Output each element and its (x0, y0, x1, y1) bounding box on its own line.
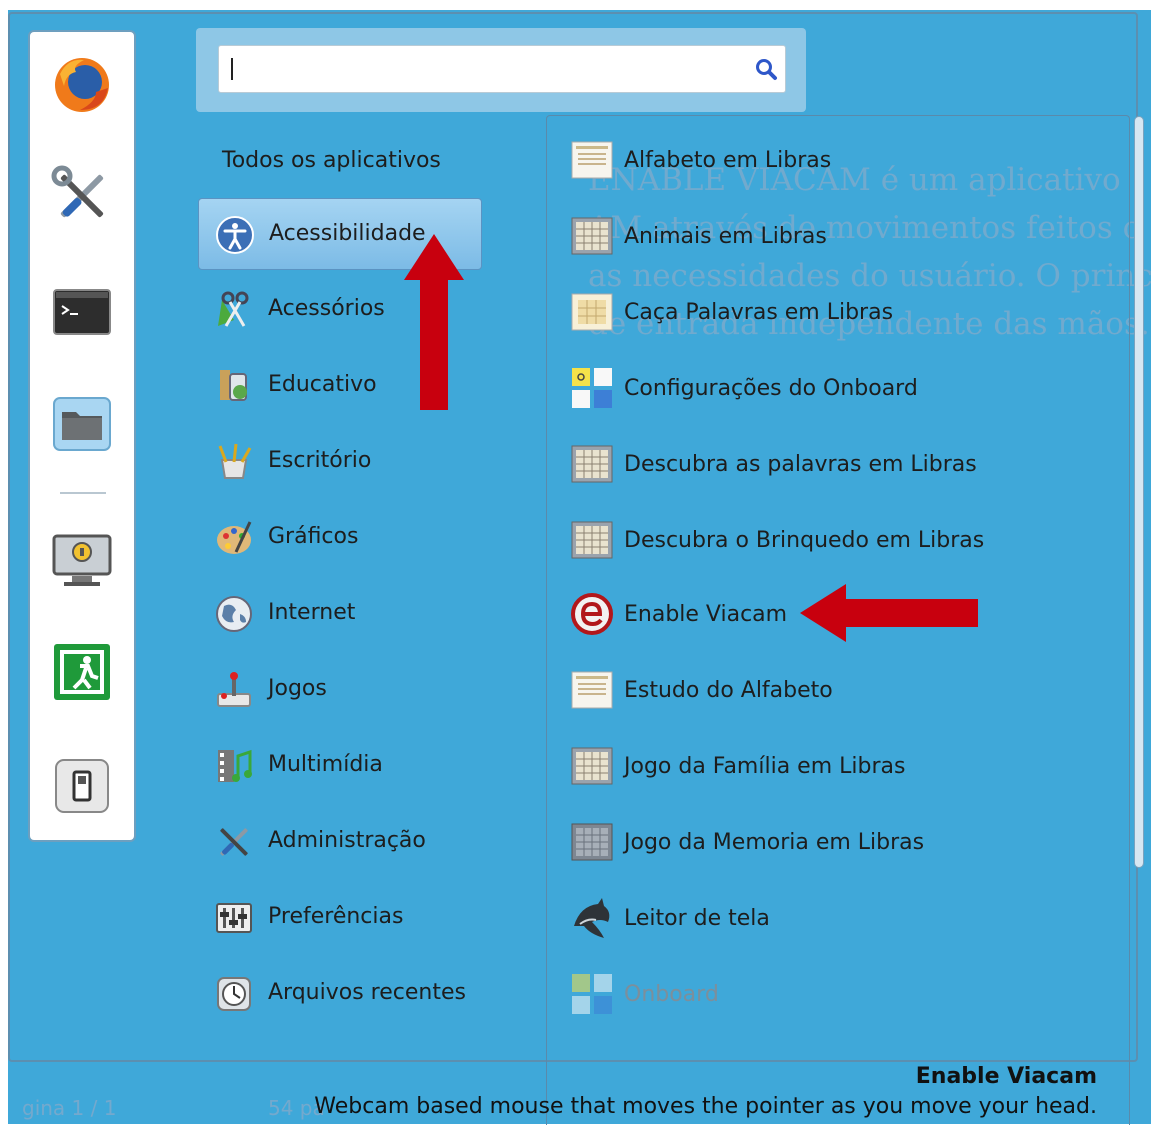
app-label: Jogo da Família em Libras (624, 754, 906, 779)
education-icon (220, 370, 247, 401)
tools-icon[interactable] (50, 164, 114, 228)
category-preferences[interactable]: Preferências (198, 882, 482, 954)
onboard-icon (572, 974, 612, 1014)
app-label: Descubra o Brinquedo em Libras (624, 528, 985, 553)
category-internet[interactable]: Internet (198, 578, 482, 650)
libras-grid-icon (571, 217, 613, 255)
category-label: Arquivos recentes (268, 980, 466, 1005)
category-label: Multimídia (268, 752, 383, 777)
app-label: Leitor de tela (624, 906, 770, 931)
category-label: Internet (268, 600, 356, 625)
category-administration[interactable]: Administração (198, 806, 482, 878)
text-caret (231, 58, 233, 80)
favorites-separator (60, 492, 106, 494)
category-office[interactable]: Escritório (198, 426, 482, 498)
category-multimedia[interactable]: Multimídia (198, 730, 482, 802)
red-arrow-up-icon (404, 234, 464, 410)
category-games[interactable]: Jogos (198, 654, 482, 726)
app-leitor-de-tela[interactable]: Leitor de tela (560, 886, 1120, 952)
office-icon (218, 443, 252, 479)
category-label: Administração (268, 828, 426, 853)
app-label: Onboard (624, 982, 719, 1007)
app-label: Configurações do Onboard (624, 376, 918, 401)
category-recent-files[interactable]: Arquivos recentes (198, 958, 482, 1030)
selected-app-title: Enable Viacam (915, 1064, 1097, 1089)
scrollbar-thumb[interactable] (1134, 116, 1144, 868)
firefox-icon[interactable] (50, 52, 114, 116)
search-icon[interactable] (753, 56, 779, 82)
libras-doc-icon (571, 141, 613, 179)
selected-app-description: Webcam based mouse that moves the pointe… (314, 1094, 1097, 1119)
libras-grid-icon (571, 521, 613, 559)
lock-screen-icon[interactable] (50, 528, 114, 592)
category-label: Escritório (268, 448, 372, 473)
onboard-icon (572, 368, 612, 408)
games-icon (217, 672, 251, 707)
category-label: Preferências (268, 904, 404, 929)
administration-icon (220, 828, 248, 856)
search-box[interactable] (218, 45, 786, 93)
libras-grid-icon (571, 823, 613, 861)
libras-grid-icon (571, 747, 613, 785)
multimedia-icon (218, 749, 252, 782)
internet-icon (216, 596, 252, 632)
libras-grid-icon (571, 445, 613, 483)
app-estudo-alfabeto[interactable]: Estudo do Alfabeto (560, 658, 1120, 724)
app-jogo-familia[interactable]: Jogo da Família em Libras (560, 734, 1120, 800)
app-caca-palavras[interactable]: Caça Palavras em Libras (560, 280, 1120, 346)
app-label: Caça Palavras em Libras (624, 300, 894, 325)
folder-icon[interactable] (50, 392, 114, 456)
app-label: Estudo do Alfabeto (624, 678, 833, 703)
favorites-panel (28, 30, 136, 842)
screen-reader-icon (574, 898, 610, 938)
all-applications-header[interactable]: Todos os aplicativos (222, 148, 441, 173)
recent-files-icon (217, 977, 251, 1011)
shutdown-icon[interactable] (50, 754, 114, 818)
app-label: Alfabeto em Libras (624, 148, 832, 173)
category-label: Acessórios (268, 296, 385, 321)
app-alfabeto-em-libras[interactable]: Alfabeto em Libras (560, 128, 1120, 194)
category-graphics[interactable]: Gráficos (198, 502, 482, 574)
libras-doc-icon (571, 293, 613, 331)
viacam-icon (571, 593, 613, 635)
accessories-icon (218, 291, 249, 327)
category-label: Educativo (268, 372, 377, 397)
graphics-icon (217, 521, 252, 554)
category-label: Jogos (268, 676, 327, 701)
search-input[interactable] (227, 54, 741, 86)
page-indicator-ghost: gina 1 / 1 (22, 1096, 117, 1120)
app-label: Enable Viacam (624, 602, 788, 627)
terminal-icon[interactable] (50, 280, 114, 344)
app-onboard[interactable]: Onboard (560, 962, 1120, 1028)
logout-icon[interactable] (50, 640, 114, 704)
app-descubra-brinquedo[interactable]: Descubra o Brinquedo em Libras (560, 508, 1120, 574)
app-label: Jogo da Memoria em Libras (624, 830, 925, 855)
libras-doc-icon (571, 671, 613, 709)
app-label: Animais em Libras (624, 224, 827, 249)
app-label: Descubra as palavras em Libras (624, 452, 977, 477)
app-descubra-palavras[interactable]: Descubra as palavras em Libras (560, 432, 1120, 498)
app-jogo-memoria[interactable]: Jogo da Memoria em Libras (560, 810, 1120, 876)
category-label: Gráficos (268, 524, 359, 549)
accessibility-icon (216, 216, 254, 254)
app-animais-em-libras[interactable]: Animais em Libras (560, 204, 1120, 270)
app-configuracoes-onboard[interactable]: Configurações do Onboard (560, 356, 1120, 422)
red-arrow-left-icon (800, 584, 978, 642)
preferences-icon (216, 903, 252, 933)
